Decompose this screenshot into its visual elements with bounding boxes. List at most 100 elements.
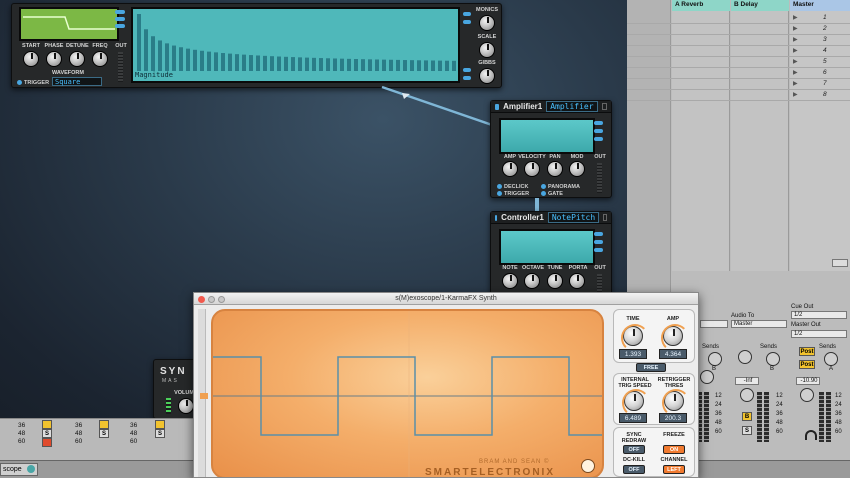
exoscope-titlebar[interactable]: s(M)exoscope/1-KarmaFX Synth (194, 293, 698, 305)
harmonic-bar[interactable] (200, 50, 204, 71)
harmonic-bar[interactable] (396, 59, 400, 71)
harmonic-bar[interactable] (214, 52, 218, 71)
cue-out-select[interactable]: 1/2 (791, 311, 847, 319)
harmonic-bar[interactable] (445, 60, 449, 71)
scene-label[interactable]: 3 (823, 36, 827, 43)
channel-toggle[interactable]: LEFT (663, 465, 685, 474)
harmonic-bar[interactable] (242, 54, 246, 71)
resize-buttons[interactable] (832, 259, 848, 267)
send-a-knob-2[interactable] (738, 350, 752, 364)
scene-launch-icon[interactable]: ▶ (793, 36, 798, 43)
harmonic-bar[interactable] (172, 45, 176, 71)
column-header-b-delay[interactable]: B Delay (731, 0, 789, 11)
harmonic-bar[interactable] (207, 51, 211, 71)
harmonic-bar[interactable] (137, 14, 141, 71)
harmonic-bar[interactable] (410, 60, 414, 71)
harmonic-bar[interactable] (186, 48, 190, 71)
minimize-window-icon[interactable] (208, 296, 215, 303)
record-arm-button[interactable] (42, 438, 52, 447)
harmonic-bar[interactable] (431, 60, 435, 71)
amplifier-side-buttons[interactable] (594, 121, 603, 149)
harmonic-bar[interactable] (354, 59, 358, 71)
harmonic-bar[interactable] (361, 59, 365, 71)
harmonic-bar[interactable] (375, 59, 379, 71)
time-knob[interactable] (621, 324, 649, 352)
activator-button-1[interactable] (42, 420, 52, 429)
harmonic-bar[interactable] (312, 57, 316, 71)
harmonic-bar[interactable] (291, 57, 295, 71)
harmonic-bar[interactable] (382, 59, 386, 71)
harmonic-bar[interactable] (424, 60, 428, 71)
volume-readout-2[interactable]: -10.90 (796, 377, 820, 385)
declick-led[interactable] (497, 184, 502, 189)
zoom-window-icon[interactable] (218, 296, 225, 303)
solo-button-1[interactable]: S (42, 429, 52, 438)
amp-value[interactable]: 4.364 (659, 349, 687, 359)
amp-knob[interactable] (502, 161, 518, 177)
harmonic-bar[interactable] (326, 58, 330, 71)
harmonic-bar[interactable] (151, 36, 155, 71)
note-knob[interactable] (502, 273, 518, 289)
harmonic-bar[interactable] (144, 29, 148, 71)
solo-button-live[interactable]: S (742, 426, 752, 435)
oscilloscope-display[interactable]: BRAM AND SEAN © SMARTELECTRONIX (211, 309, 604, 477)
harmonic-bar[interactable] (319, 58, 323, 71)
harmonic-bar[interactable] (235, 54, 239, 71)
master-out-select[interactable]: 1/2 (791, 330, 847, 338)
scene-launch-icon[interactable]: ▶ (793, 58, 798, 65)
scene-label[interactable]: 6 (823, 69, 827, 76)
send-a-knob-3[interactable] (824, 352, 838, 366)
audio-to-select[interactable]: Master (731, 320, 787, 328)
dc-kill-toggle[interactable]: OFF (623, 465, 645, 474)
amp-controller-connector[interactable] (535, 198, 539, 212)
phase-knob[interactable] (46, 51, 62, 67)
activator-button-3[interactable] (155, 420, 165, 429)
trigger-toggle-led[interactable] (497, 191, 502, 196)
send-b-knob-2[interactable] (766, 352, 780, 366)
harmonic-bar[interactable] (193, 49, 197, 71)
controller-header[interactable]: Controller1 NotePitch (491, 212, 611, 224)
harmonic-bar[interactable] (165, 43, 169, 71)
gibbs-knob[interactable] (479, 68, 495, 84)
scene-launch-icon[interactable]: ▶ (793, 25, 798, 32)
scene-launch-icon[interactable]: ▶ (793, 47, 798, 54)
scale-knob[interactable] (479, 42, 495, 58)
harmonic-bar[interactable] (305, 57, 309, 71)
left-output-select[interactable] (700, 320, 728, 328)
free-button[interactable]: FREE (636, 363, 666, 372)
scene-label[interactable]: 2 (823, 25, 827, 32)
scene-label[interactable]: 4 (823, 47, 827, 54)
scene-launch-icon[interactable]: ▶ (793, 69, 798, 76)
octave-knob[interactable] (524, 273, 540, 289)
harmonic-bar[interactable] (284, 56, 288, 71)
send-a-knob-1[interactable] (708, 352, 722, 366)
tune-knob[interactable] (547, 273, 563, 289)
scene-launch-icon[interactable]: ▶ (793, 91, 798, 98)
internal-trig-knob[interactable] (622, 389, 650, 417)
controller-preset[interactable]: NotePitch (547, 212, 600, 223)
harmonics-side-buttons[interactable] (463, 12, 471, 80)
freq-knob[interactable] (92, 51, 108, 67)
harmonic-bar[interactable] (228, 53, 232, 71)
scene-label[interactable]: 1 (823, 14, 827, 21)
porta-knob[interactable] (569, 273, 585, 289)
controller-minimize-button[interactable] (603, 214, 607, 221)
column-header-a-reverb[interactable]: A Reverb (672, 0, 730, 11)
detune-knob[interactable] (69, 51, 85, 67)
harmonic-bar[interactable] (270, 56, 274, 71)
harmonic-bar[interactable] (333, 58, 337, 71)
controller-side-buttons[interactable] (594, 232, 603, 260)
pan-knob-2[interactable] (740, 388, 754, 402)
freeze-toggle[interactable]: ON (663, 445, 685, 454)
start-knob[interactable] (23, 51, 39, 67)
post-button-2[interactable]: Post (799, 360, 815, 369)
harmonic-bar[interactable] (389, 59, 393, 71)
panorama-led[interactable] (541, 184, 546, 189)
harmonic-bar[interactable] (158, 40, 162, 71)
amp-knob[interactable] (661, 324, 689, 352)
velocity-knob[interactable] (524, 161, 540, 177)
retrigger-value[interactable]: 200.3 (659, 413, 687, 423)
volume-knob[interactable] (178, 398, 194, 414)
harmonic-bar[interactable] (417, 60, 421, 71)
close-window-icon[interactable] (198, 296, 205, 303)
